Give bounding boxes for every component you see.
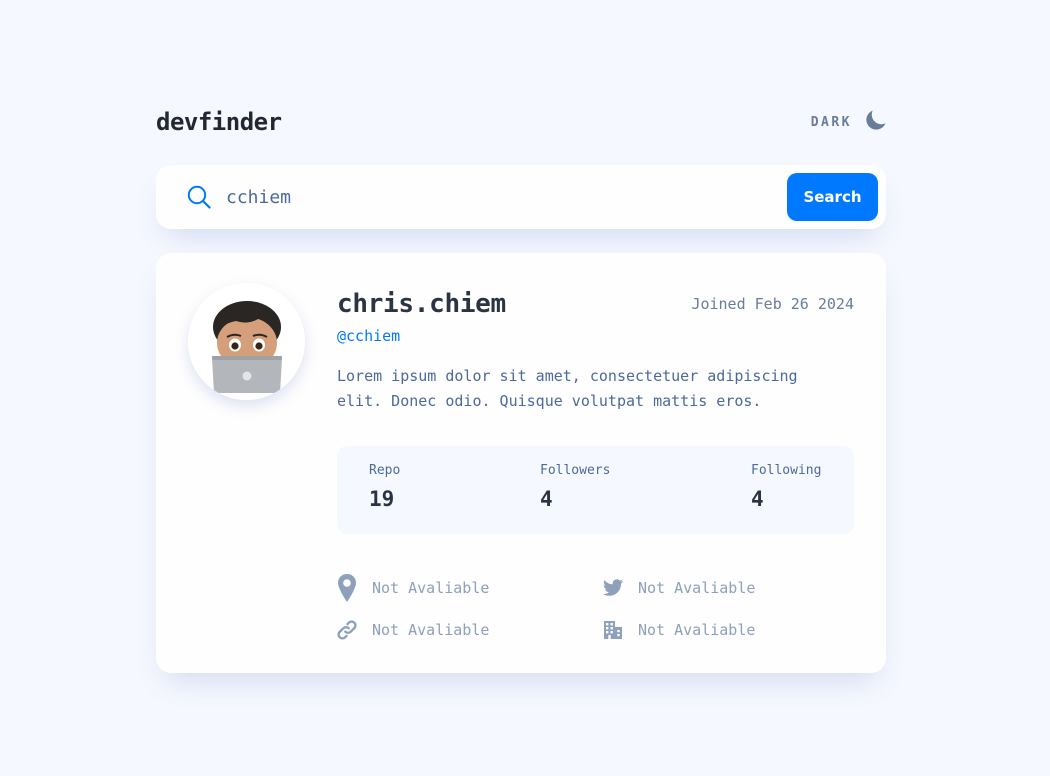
building-icon — [603, 615, 623, 645]
link-icon — [337, 615, 357, 645]
header: devfinder DARK — [156, 105, 886, 139]
info-location: Not Avaliable — [337, 573, 489, 603]
info-company: Not Avaliable — [603, 615, 755, 645]
stat-value: 4 — [540, 487, 553, 511]
stat-repo: Repo 19 — [369, 463, 400, 511]
info-blog: Not Avaliable — [337, 615, 489, 645]
info-twitter: Not Avaliable — [603, 573, 755, 603]
stats-panel: Repo 19 Followers 4 Following 4 — [337, 446, 854, 534]
user-name: chris.chiem — [337, 289, 506, 319]
theme-toggle[interactable]: DARK — [811, 110, 886, 134]
stat-following: Following 4 — [751, 463, 821, 511]
search-input[interactable] — [226, 179, 766, 215]
logo: devfinder — [156, 108, 282, 136]
location-pin-icon — [337, 573, 357, 603]
twitter-icon — [603, 573, 623, 603]
stat-followers: Followers 4 — [540, 463, 610, 511]
stat-label: Repo — [369, 463, 401, 478]
user-login-link[interactable]: @cchiem — [337, 327, 400, 345]
search-bar: Search — [156, 165, 886, 229]
stat-value: 4 — [751, 487, 764, 511]
company-text: Not Avaliable — [638, 621, 756, 639]
search-button[interactable]: Search — [787, 173, 878, 221]
avatar — [188, 283, 305, 400]
user-bio: Lorem ipsum dolor sit amet, consectetuer… — [337, 367, 798, 410]
search-icon — [187, 185, 211, 213]
stat-value: 19 — [369, 487, 395, 511]
location-text: Not Avaliable — [372, 579, 490, 597]
twitter-text: Not Avaliable — [638, 579, 756, 597]
moon-icon — [866, 110, 886, 134]
devfinder-app: devfinder DARK Search — [156, 105, 886, 673]
theme-toggle-label: DARK — [810, 114, 852, 130]
stat-label: Following — [751, 463, 822, 478]
profile-card: chris.chiem Joined Feb 26 2024 @cchiem L… — [156, 253, 886, 673]
stat-label: Followers — [540, 463, 611, 478]
joined-date: Joined Feb 26 2024 — [691, 295, 854, 313]
blog-text: Not Avaliable — [372, 621, 490, 639]
